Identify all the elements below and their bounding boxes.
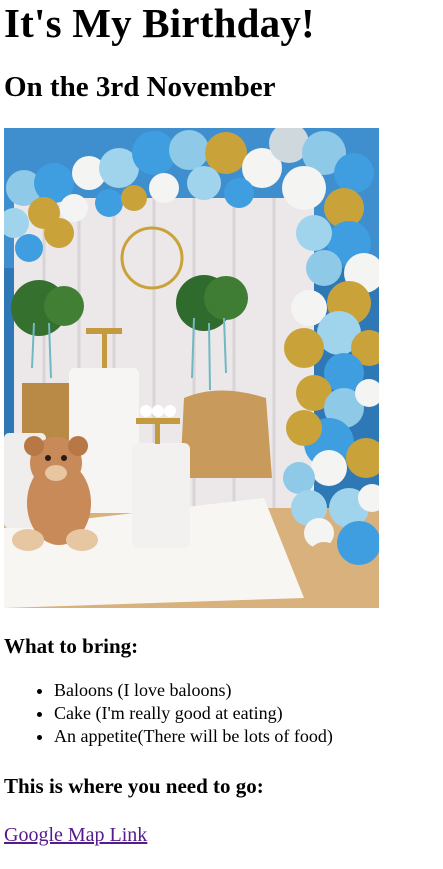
list-item: An appetite(There will be lots of food) (54, 725, 435, 748)
bring-list: Baloons (I love baloons) Cake (I'm reall… (4, 679, 435, 748)
party-photo (4, 128, 379, 608)
page-subtitle: On the 3rd November (4, 71, 276, 103)
google-map-link[interactable]: Google Map Link (4, 823, 147, 847)
where-heading: This is where you need to go: (4, 774, 264, 798)
list-item: Cake (I'm really good at eating) (54, 702, 435, 725)
plinth-mid (132, 443, 190, 548)
gold-table-right (180, 390, 272, 478)
list-item: Baloons (I love baloons) (54, 679, 435, 702)
page: It's My Birthday! On the 3rd November Wh… (0, 0, 443, 847)
page-title: It's My Birthday! (4, 0, 315, 46)
bring-heading: What to bring: (4, 634, 139, 658)
